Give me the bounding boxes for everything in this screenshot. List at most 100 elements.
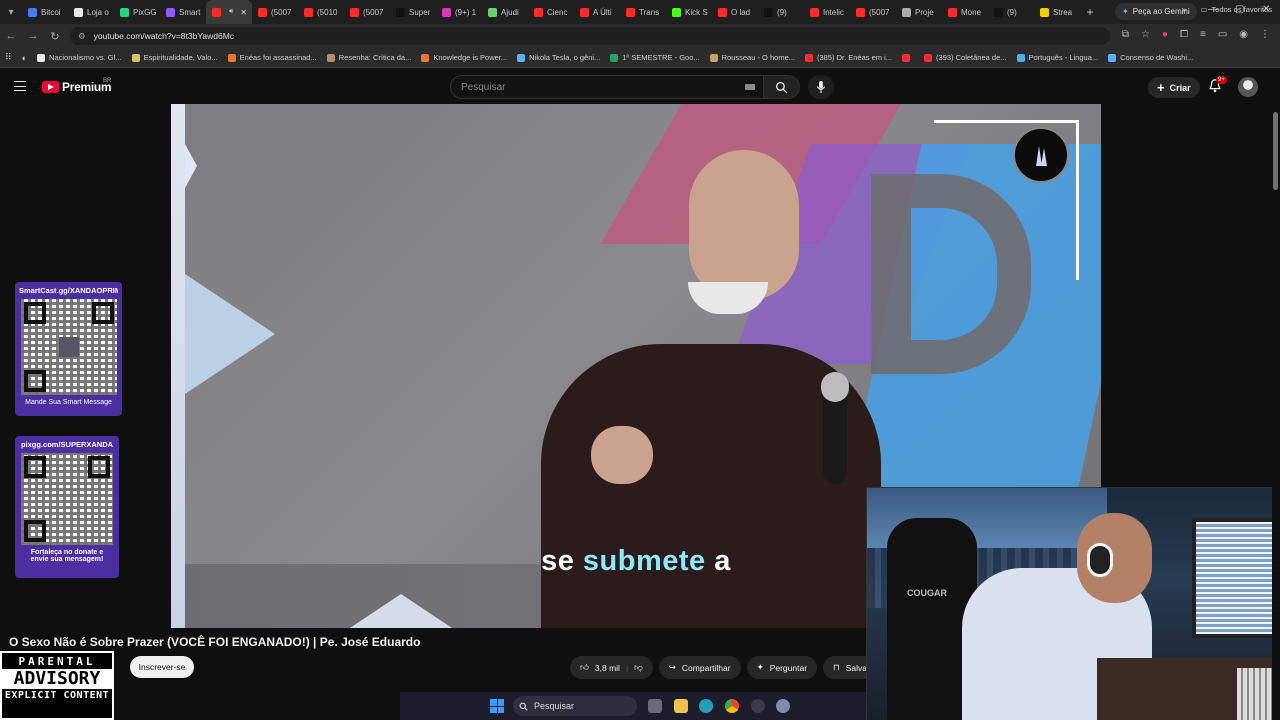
keyboard-icon[interactable] (745, 84, 755, 90)
browser-tab[interactable]: Kick S (666, 0, 712, 24)
bookmark-item[interactable]: Nikola Tesla, o gêni... (512, 53, 605, 62)
omnibox[interactable]: ⚙ youtube.com/watch?v=8t3bYawd6Mc (70, 27, 1110, 45)
tab-favicon-icon (764, 7, 773, 17)
browser-tab[interactable]: (9+) 1 (436, 0, 482, 24)
tab-label: (9) (1007, 7, 1017, 17)
apps-icon[interactable]: ⠿ (0, 52, 17, 63)
share-button[interactable]: ↪ Compartilhar (658, 656, 741, 679)
bookmark-item[interactable]: Espiritualidade, Valo... (127, 53, 223, 62)
settings-icon[interactable] (776, 699, 790, 713)
bookmark-label: Português - Lingua... (1028, 53, 1099, 62)
browser-tab[interactable]: Super (390, 0, 436, 24)
back-icon[interactable]: ← (0, 30, 22, 42)
thumbs-down-icon[interactable]: 👎︎ (634, 662, 643, 673)
create-button[interactable]: + Criar (1148, 77, 1200, 98)
qr-card-caption-line: envie sua mensagem! (30, 556, 104, 563)
bookmark-favicon-icon (1016, 53, 1025, 62)
browser-tab[interactable]: Trans (620, 0, 666, 24)
bookmark-label: Rousseau - O home... (721, 53, 795, 62)
browser-tab[interactable]: Strea (1034, 0, 1080, 24)
save-button[interactable]: ⊓ Salva (823, 656, 872, 679)
bookmark-star-icon[interactable]: ☆ (1141, 29, 1150, 40)
browser-tab[interactable]: Loja o (68, 0, 114, 24)
guide-menu-icon[interactable] (14, 81, 26, 91)
new-tab-button[interactable]: + (1080, 5, 1100, 19)
site-info-icon[interactable]: ⚙ (78, 31, 86, 42)
more-bookmarks-icon[interactable]: » (1182, 5, 1186, 14)
browser-tab[interactable]: Ajudi (482, 0, 528, 24)
browser-tab[interactable]: Mone (942, 0, 988, 24)
extensions-icon[interactable]: ⧠ (1180, 29, 1188, 40)
ask-button[interactable]: ✦ Perguntar (746, 656, 818, 679)
profile-icon[interactable]: ◉ (1239, 29, 1248, 40)
bookmark-globe-icon[interactable]: ◐ (17, 53, 32, 63)
bookmark-item[interactable]: Enéas foi assassinad... (223, 53, 322, 62)
stage-light (185, 274, 275, 394)
browser-tab[interactable]: O lad (712, 0, 758, 24)
file-explorer-icon[interactable] (674, 699, 688, 713)
browser-tab[interactable]: Proje (896, 0, 942, 24)
browser-tab[interactable]: Bitcoi (22, 0, 68, 24)
smartcast-qr-card: SmartCast.gg/XANDAOPRIME Mande Sua Smart… (15, 282, 122, 416)
tab-label: Super (409, 7, 431, 17)
browser-tab[interactable]: (5007 (850, 0, 896, 24)
bookmark-item[interactable] (897, 53, 919, 62)
app-icon[interactable] (751, 699, 765, 713)
all-favorites[interactable]: » ▭ Todos os favoritos (1182, 5, 1272, 14)
voice-search-button[interactable] (808, 75, 834, 99)
browser-tab[interactable]: (9) (758, 0, 804, 24)
extension-red-icon[interactable]: ● (1162, 29, 1168, 40)
bookmark-item[interactable]: (385) Dr. Enéas em i... (800, 53, 897, 62)
browser-tab[interactable]: (9) (988, 0, 1034, 24)
browser-tab[interactable]: 🔊︎ ✕ (206, 0, 252, 24)
reload-icon[interactable]: ↻ (44, 30, 66, 43)
forward-icon[interactable]: → (22, 30, 44, 42)
bookmark-favicon-icon (421, 53, 430, 62)
search-input[interactable]: Pesquisar (450, 75, 764, 99)
task-view-icon[interactable] (648, 699, 662, 713)
media-control-icon[interactable]: ≡ (1200, 29, 1206, 40)
tab-close-icon[interactable]: ✕ (240, 8, 247, 17)
sidebar-icon[interactable]: ▭ (1218, 29, 1227, 40)
qr-card-title: SmartCast.gg/XANDAOPRIME (19, 286, 118, 295)
like-button[interactable]: 👍︎ 3,8 mil | 👎︎ (570, 656, 653, 679)
page-scrollbar[interactable] (1272, 104, 1280, 720)
tab-favicon-icon (902, 7, 911, 17)
windows-start-icon[interactable] (490, 699, 504, 713)
browser-tab[interactable]: (5007 (344, 0, 390, 24)
tab-search-icon[interactable]: ▾ (0, 7, 22, 18)
sparkle-icon: ✦ (756, 662, 764, 672)
bookmark-favicon-icon (227, 53, 236, 62)
youtube-logo[interactable]: Premium (42, 80, 112, 94)
page-scrollbar-thumb[interactable] (1273, 112, 1278, 190)
tab-favicon-icon (810, 7, 819, 17)
subscribe-button[interactable]: Inscrever-se (130, 656, 194, 678)
browser-tab[interactable]: Cienc (528, 0, 574, 24)
edge-icon[interactable] (699, 699, 713, 713)
browser-tab[interactable]: Intelic (804, 0, 850, 24)
menu-icon[interactable]: ⋮ (1260, 29, 1270, 40)
tab-label: Mone (961, 7, 982, 17)
bookmark-item[interactable]: Rousseau - O home... (705, 53, 800, 62)
tab-audio-icon[interactable]: 🔊︎ (229, 8, 233, 16)
browser-tab[interactable]: PixGG (114, 0, 160, 24)
search-button[interactable] (764, 75, 800, 99)
browser-tab[interactable]: (5007 (252, 0, 298, 24)
taskbar-search[interactable]: Pesquisar (513, 696, 637, 716)
bookmark-item[interactable]: (393) Coletânea de... (919, 53, 1011, 62)
plus-icon: + (1157, 80, 1165, 95)
install-app-icon[interactable]: ⧉ (1122, 29, 1129, 40)
bookmark-favicon-icon (37, 53, 46, 62)
browser-tab[interactable]: (5010 (298, 0, 344, 24)
account-avatar[interactable] (1238, 77, 1258, 97)
bookmark-label: Nacionalismo vs. Gl... (49, 53, 122, 62)
bookmark-item[interactable]: Nacionalismo vs. Gl... (32, 53, 127, 62)
bookmark-item[interactable]: Português - Lingua... (1012, 53, 1104, 62)
bookmark-item[interactable]: Knowledge is Power... (416, 53, 512, 62)
browser-tab[interactable]: A Últi (574, 0, 620, 24)
chrome-icon[interactable] (725, 699, 739, 713)
bookmark-item[interactable]: Resenha: Crítica da... (322, 53, 417, 62)
browser-tab[interactable]: Smart (160, 0, 206, 24)
bookmark-item[interactable]: 1º SEMESTRE - Goo... (605, 53, 704, 62)
bookmark-item[interactable]: Consenso de Washi... (1103, 53, 1198, 62)
